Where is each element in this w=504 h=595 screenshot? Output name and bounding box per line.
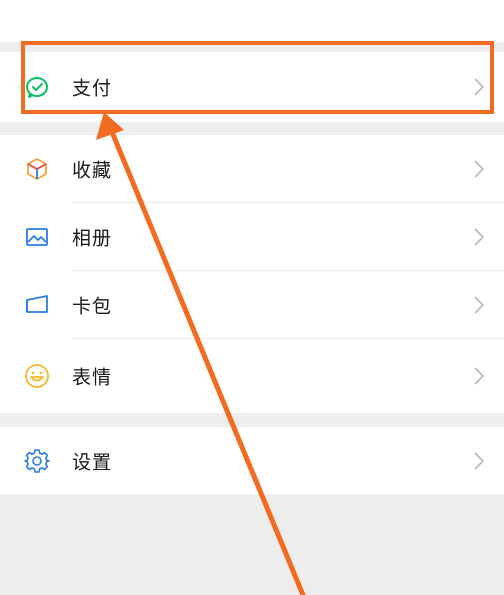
highlight-box bbox=[21, 41, 494, 114]
gear-icon bbox=[24, 448, 50, 474]
menu-item-settings[interactable]: 设置 bbox=[0, 427, 504, 495]
menu-item-favorites-label: 收藏 bbox=[72, 159, 113, 182]
menu-item-cards[interactable]: 卡包 bbox=[0, 271, 504, 339]
chevron-right-icon bbox=[474, 367, 484, 385]
section-gap bbox=[0, 122, 504, 135]
menu-item-favorites[interactable]: 收藏 bbox=[0, 135, 504, 203]
menu-item-cards-label: 卡包 bbox=[72, 295, 113, 318]
menu-item-settings-label: 设置 bbox=[72, 451, 113, 474]
cube-icon bbox=[24, 156, 50, 182]
card-wallet-icon bbox=[24, 292, 50, 318]
chevron-right-icon bbox=[474, 296, 484, 314]
smiley-icon bbox=[24, 363, 50, 389]
bottom-empty-area bbox=[0, 494, 504, 595]
top-blank-area bbox=[0, 0, 504, 42]
menu-item-album-label: 相册 bbox=[72, 227, 113, 250]
chevron-right-icon bbox=[474, 160, 484, 178]
chevron-right-icon bbox=[474, 452, 484, 470]
chevron-right-icon bbox=[474, 228, 484, 246]
menu-item-stickers-label: 表情 bbox=[72, 366, 113, 389]
menu-item-album[interactable]: 相册 bbox=[0, 203, 504, 271]
menu-item-stickers[interactable]: 表情 bbox=[0, 339, 504, 413]
section-gap bbox=[0, 413, 504, 427]
picture-icon bbox=[24, 224, 50, 250]
